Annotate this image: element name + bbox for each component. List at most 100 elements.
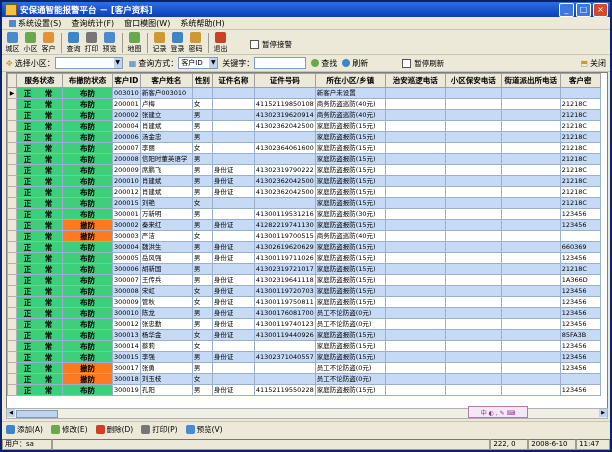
toolbar-button-8[interactable]: 登录	[169, 32, 186, 54]
query-mode-select[interactable]: 客户ID ▼	[178, 57, 219, 69]
table-row[interactable]: 正 常布防 300019 孔阳男身份证 41152119550228 家庭防盗报防(15…	[7, 384, 601, 396]
table-row[interactable]: 正 常布防 300009 管秋女身份证 41300119750811 家庭防盗报防(15…	[7, 296, 601, 308]
refresh-button[interactable]: 刷新	[342, 58, 368, 69]
close-panel-button[interactable]: ⬒ 关闭	[580, 58, 606, 69]
action-button-2[interactable]: 删除(D)	[95, 424, 133, 435]
row-pointer[interactable]	[7, 142, 17, 154]
row-pointer[interactable]	[7, 373, 17, 385]
column-header-0[interactable]: 服务状态	[16, 73, 63, 88]
toolbar-button-5[interactable]: 预览	[101, 32, 118, 54]
menu-query-stats[interactable]: 查询统计(F)	[66, 18, 119, 29]
table-row[interactable]: 正 常布防 200010 肖建斌男身份证 41302362042500 家庭防盗报防(1…	[7, 175, 601, 187]
row-pointer[interactable]	[7, 230, 17, 242]
toolbar-button-2[interactable]: 客户	[40, 32, 57, 54]
column-header-1[interactable]: 布撤防状态	[62, 73, 113, 88]
keyword-input[interactable]	[254, 57, 307, 69]
row-pointer[interactable]	[7, 109, 17, 121]
row-pointer[interactable]	[7, 197, 17, 209]
row-pointer[interactable]	[7, 362, 17, 374]
toolbar-button-6[interactable]: 地图	[126, 32, 143, 54]
table-row[interactable]: ▶ 正 常布防 003010 新客户003010 新客户未设置	[7, 87, 601, 99]
toolbar-button-0[interactable]: 城区	[4, 32, 21, 54]
row-pointer[interactable]	[7, 131, 17, 143]
row-pointer[interactable]	[7, 329, 17, 341]
row-pointer[interactable]	[7, 274, 17, 286]
pause-alarm-checkbox[interactable]: 暂停接警	[250, 39, 292, 50]
row-pointer[interactable]	[7, 296, 17, 308]
table-row[interactable]: 正 常布防 300014 蔡莉女 家庭防盗报防(15元) 123456	[7, 340, 601, 352]
toolbar-button-4[interactable]: 打印	[83, 32, 100, 54]
minimize-button[interactable]: _	[559, 2, 574, 17]
close-button[interactable]: ×	[593, 2, 608, 17]
row-pointer[interactable]	[7, 164, 17, 176]
menu-system-settings[interactable]: 系统设置(S)	[4, 18, 66, 29]
row-pointer[interactable]	[7, 285, 17, 297]
column-header-8[interactable]: 治安巡逻电话	[384, 73, 446, 88]
table-row[interactable]: 正 常布防 200006 汤金忠男 家庭防盗报防(15元) 21218C	[7, 131, 601, 143]
column-header-7[interactable]: 所在小区/乡镇	[314, 73, 386, 88]
action-button-1[interactable]: 修改(E)	[50, 424, 88, 435]
row-pointer[interactable]: ▶	[7, 87, 17, 99]
table-row[interactable]: 正 常布防 200004 肖建斌男 41302362042500 家庭防盗报防(15元)…	[7, 120, 601, 132]
table-row[interactable]: 正 常布防 300008 宋虹女身份证 41300119720703 家庭防盗报防(15…	[7, 285, 601, 297]
column-header-10[interactable]: 街道派出所电话	[500, 73, 561, 88]
row-pointer[interactable]	[7, 219, 17, 231]
table-row[interactable]: 正 常布防 300005 岳风强男身份证 41300119711026 家庭防盗报防(1…	[7, 252, 601, 264]
row-pointer[interactable]	[7, 263, 17, 275]
row-pointer[interactable]	[7, 153, 17, 165]
table-row[interactable]: 正 常布防 200009 席鹏飞男身份证 41302319790222 家庭防盗报防(1…	[7, 164, 601, 176]
toolbar-button-7[interactable]: 记录	[151, 32, 168, 54]
scroll-left-icon[interactable]: ◀	[7, 409, 15, 417]
table-row[interactable]: 正 常布防 200007 李丽女 41302364061600 家庭防盗报防(15元) 2…	[7, 142, 601, 154]
pause-refresh-checkbox[interactable]: 暂停刷新	[402, 58, 444, 69]
action-button-4[interactable]: 预览(V)	[185, 424, 223, 435]
table-row[interactable]: 正 常撤防 300003 严洁女 41300119700515 商务防盗巡防(40元)	[7, 230, 601, 242]
toolbar-button-10[interactable]: 退出	[212, 32, 229, 54]
table-row[interactable]: 正 常布防 200008 信阳时董英语学男 家庭防盗报防(15元) 21218C	[7, 153, 601, 165]
table-row[interactable]: 正 常布防 300012 张忠勤男身份证 41300119740123 员工不论防盗(0…	[7, 318, 601, 330]
table-row[interactable]: 正 常撤防 300002 秦来红男身份证 41282219741130 家庭防盗报防(1…	[7, 219, 601, 231]
toolbar-button-1[interactable]: 小区	[22, 32, 39, 54]
table-row[interactable]: 正 常布防 300006 胡新国男 41302319721017 家庭防盗报防(15元)…	[7, 263, 601, 275]
row-pointer[interactable]	[7, 318, 17, 330]
scroll-thumb[interactable]	[16, 410, 58, 418]
customer-grid[interactable]: 服务状态 布撤防状态 客户ID 客户姓名 性别 证件名称 证件号码 所在小区/乡镇 治安巡逻电话…	[6, 72, 608, 410]
column-header-3[interactable]: 客户姓名	[139, 73, 193, 88]
scroll-right-icon[interactable]: ▶	[599, 409, 607, 417]
row-pointer[interactable]	[7, 241, 17, 253]
table-row[interactable]: 正 常布防 200012 肖建斌男身份证 41302362042500 家庭防盗报防(1…	[7, 186, 601, 198]
table-row[interactable]: 正 常布防 300013 杨华金女身份证 41300119440926 家庭防盗报防(1…	[7, 329, 601, 341]
toolbar-button-3[interactable]: 查询	[65, 32, 82, 54]
row-pointer[interactable]	[7, 351, 17, 363]
table-row[interactable]: 正 常布防 200015 刘艳女 家庭防盗报防(15元) 21218C	[7, 197, 601, 209]
action-button-0[interactable]: 添加(A)	[6, 424, 43, 435]
ime-toolbar[interactable]: 中 ◐ , ✎ ⌨	[468, 406, 528, 418]
row-pointer[interactable]	[7, 252, 17, 264]
toolbar-button-9[interactable]: 密码	[187, 32, 204, 54]
row-pointer[interactable]	[7, 98, 17, 110]
column-header-9[interactable]: 小区保安电话	[444, 73, 502, 88]
maximize-button[interactable]: □	[576, 2, 591, 17]
action-button-3[interactable]: 打印(P)	[141, 424, 178, 435]
row-pointer[interactable]	[7, 186, 17, 198]
row-pointer[interactable]	[7, 340, 17, 352]
menu-help[interactable]: 系统帮助(H)	[175, 18, 229, 29]
row-pointer[interactable]	[7, 307, 17, 319]
column-header-11[interactable]: 客户密	[559, 73, 601, 88]
menu-window[interactable]: 窗口模图(W)	[119, 18, 175, 29]
table-row[interactable]: 正 常布防 300004 魏洪生男身份证 41302619620629 家庭防盗报防(1…	[7, 241, 601, 253]
area-select[interactable]: ▼	[54, 57, 123, 69]
table-row[interactable]: 正 常布防 300015 李强男身份证 41302371040557 家庭防盗报防(15…	[7, 351, 601, 363]
table-row[interactable]: 正 常布防 300001 万新明男 41300119531216 家庭防盗报防(30元)…	[7, 208, 601, 220]
row-pointer[interactable]	[7, 175, 17, 187]
row-pointer[interactable]	[7, 120, 17, 132]
table-row[interactable]: 正 常撤防 300017 张勇男 员工不论防盗(0元) 123456	[7, 362, 601, 374]
row-pointer[interactable]	[7, 384, 17, 396]
table-row[interactable]: 正 常布防 200001 卢梅女 41152119850108 商务防盗巡防(40元) 2…	[7, 98, 601, 110]
column-header-5[interactable]: 证件名称	[211, 73, 255, 88]
column-header-2[interactable]: 客户ID	[112, 73, 141, 88]
column-header-4[interactable]: 性别	[191, 73, 213, 88]
column-header-6[interactable]: 证件号码	[253, 73, 316, 88]
row-pointer[interactable]	[7, 208, 17, 220]
table-row[interactable]: 正 常布防 300007 王传兵男身份证 41302319641118 家庭防盗报防(1…	[7, 274, 601, 286]
